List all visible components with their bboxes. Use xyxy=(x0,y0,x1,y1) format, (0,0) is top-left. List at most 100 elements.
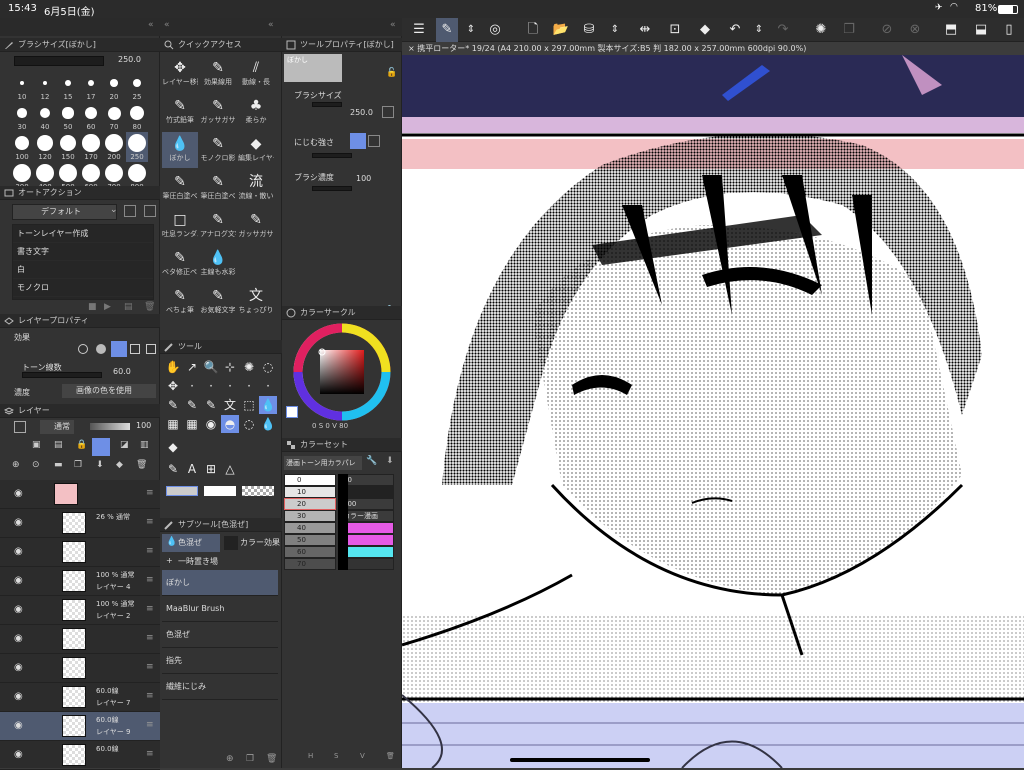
eye-icon[interactable]: ◉ xyxy=(14,662,23,673)
quick-access-item[interactable]: ♣ 柔らか xyxy=(238,94,274,130)
tool-button[interactable]: ◌ xyxy=(240,415,258,433)
quick-access-item[interactable]: ✎ お気軽文字 xyxy=(200,284,236,320)
new-folder-icon[interactable]: ▬ xyxy=(54,460,63,470)
tool-button[interactable]: ↗ xyxy=(183,358,201,376)
fill-tool-icon[interactable]: ◆ xyxy=(694,18,716,42)
subtool-item[interactable]: 指先 xyxy=(162,648,278,674)
quick-access-item[interactable]: ✎ ベタ修正ペン xyxy=(162,246,198,282)
effect-tone-active-icon[interactable] xyxy=(111,341,127,357)
quick-access-item[interactable]: ✎ べちょ筆 xyxy=(162,284,198,320)
layer-menu-icon[interactable]: ≡ xyxy=(146,633,154,643)
color-swatch[interactable]: 10 xyxy=(284,486,336,498)
collapse-icon[interactable]: « xyxy=(148,20,154,30)
quick-access-item[interactable]: ✎ ガッサガサ xyxy=(200,94,236,130)
eye-icon[interactable]: ◉ xyxy=(14,749,23,760)
effect-border-icon[interactable] xyxy=(78,344,88,354)
lock-transparent-icon[interactable] xyxy=(92,438,110,456)
quick-access-item[interactable]: ✎ 筆圧白塗べ xyxy=(200,170,236,206)
quick-access-item[interactable]: ✎ 竹式鉛筆 xyxy=(162,94,198,130)
brush-density-slider[interactable] xyxy=(312,186,352,191)
fill-icon[interactable]: ◆ xyxy=(116,460,123,470)
layer-row[interactable]: ◉ ≡ xyxy=(0,480,160,509)
main-color-swatch[interactable] xyxy=(286,406,298,418)
tone-frequency-slider[interactable] xyxy=(22,372,102,378)
layer-row[interactable]: ◉ 100 % 通常 レイヤー 2 ≡ xyxy=(0,596,160,625)
color-set-s-icon[interactable]: S xyxy=(334,752,338,760)
collapse-icon-3[interactable]: « xyxy=(390,20,396,30)
clip-icon[interactable]: ▣ xyxy=(32,440,41,450)
tool-button[interactable]: ✎ xyxy=(202,396,220,414)
layer-row[interactable]: ◉ 60.0線 レイヤー 7 ≡ xyxy=(0,683,160,712)
layer-row[interactable]: ◉ 100 % 通常 レイヤー 4 ≡ xyxy=(0,567,160,596)
collapse-icon-2[interactable]: « xyxy=(268,20,274,30)
delete-subtool-icon[interactable]: 🗑 xyxy=(266,754,277,764)
brush-size-option[interactable]: 100 xyxy=(11,132,33,162)
color-swatch[interactable]: 50 xyxy=(284,534,336,546)
loading-icon[interactable]: ✺ xyxy=(810,18,832,42)
delete-layer-icon[interactable]: 🗑 xyxy=(136,460,147,470)
auto-action-item[interactable]: モノクロ xyxy=(13,279,153,297)
brush-size-prop-value[interactable]: 250.0 xyxy=(350,108,373,117)
tool-button[interactable]: 💧 xyxy=(259,396,277,414)
quick-access-item[interactable]: ⫽ 動線・長 xyxy=(238,56,274,92)
auto-action-item[interactable]: トーンレイヤー作成 xyxy=(13,225,153,243)
brush-size-option[interactable]: 150 xyxy=(57,132,79,162)
brush-density-value[interactable]: 100 xyxy=(356,174,371,183)
spiral-icon[interactable]: ◎ xyxy=(484,18,506,42)
eye-icon[interactable]: ◉ xyxy=(14,633,23,644)
subtool-item[interactable]: ぼかし xyxy=(162,570,278,596)
color-swatch[interactable]: 60 xyxy=(284,546,336,558)
tool-button[interactable]: ⬚ xyxy=(240,396,258,414)
pressure-icon[interactable] xyxy=(382,106,394,118)
expand-icon[interactable]: « xyxy=(164,20,170,30)
new-page-icon[interactable]: 🗋 xyxy=(522,18,544,42)
chevron-down-icon[interactable]: ⌄ xyxy=(110,205,118,215)
blend-mode-select[interactable]: 通常 xyxy=(40,420,74,434)
eye-icon[interactable]: ◉ xyxy=(14,488,23,499)
quick-access-item[interactable] xyxy=(238,246,274,282)
brush-size-option[interactable]: 25 xyxy=(126,72,148,102)
quick-access-item[interactable]: 💧 主線も水彩 xyxy=(200,246,236,282)
layer-menu-icon[interactable]: ≡ xyxy=(146,517,154,527)
layer-menu-icon[interactable]: ≡ xyxy=(146,546,154,556)
ruler-icon[interactable]: ▥ xyxy=(140,440,149,450)
eye-icon[interactable]: ◉ xyxy=(14,691,23,702)
brush-size-option[interactable]: 170 xyxy=(80,132,102,162)
effect-tone-icon[interactable] xyxy=(96,344,106,354)
layer-menu-icon[interactable]: ≡ xyxy=(146,604,154,614)
tool-button[interactable]: ✋ xyxy=(164,358,182,376)
auto-action-preset-select[interactable]: デフォルト xyxy=(12,204,117,220)
tool-button[interactable]: · xyxy=(183,377,201,395)
color-swatch[interactable]: 70 xyxy=(284,558,336,570)
play-icon[interactable]: ▶ xyxy=(104,302,111,312)
transparent-color-bar[interactable] xyxy=(242,486,274,496)
layer-menu-icon[interactable]: ≡ xyxy=(146,720,154,730)
layer-color-icon[interactable] xyxy=(14,421,26,433)
brush-size-option[interactable]: 70 xyxy=(103,102,125,132)
transform-icon[interactable]: ⊡ xyxy=(664,18,686,42)
clear-outside-icon[interactable]: ⊗ xyxy=(904,18,926,42)
canvas-area[interactable] xyxy=(402,55,1024,768)
density-mode-select[interactable]: 画像の色を使用 xyxy=(62,384,156,398)
layer-row[interactable]: ◉ ≡ xyxy=(0,625,160,654)
save-icon[interactable]: ⛁ xyxy=(578,18,600,42)
quick-access-item[interactable]: □ 吐息ランダム xyxy=(162,208,198,244)
phone-icon[interactable]: ▯ xyxy=(998,18,1020,42)
copy-icon[interactable]: ❐ xyxy=(838,18,860,42)
merge-icon[interactable]: ⬇ xyxy=(96,460,104,470)
brush-tool-icon[interactable]: ✎ xyxy=(436,18,458,42)
tool-button-bottom[interactable]: ✎ xyxy=(164,460,182,478)
menu-icon[interactable]: ☰ xyxy=(408,18,430,42)
blur-mode-icon-1[interactable] xyxy=(350,133,366,149)
brush-size-value[interactable]: 250.0 xyxy=(118,55,141,64)
layer-menu-icon[interactable]: ≡ xyxy=(146,575,154,585)
layer-row[interactable]: ◉ 60.0線 レイヤー 9 ≡ xyxy=(0,712,160,741)
stop-icon[interactable]: ■ xyxy=(88,302,97,312)
tool-button[interactable]: ✎ xyxy=(183,396,201,414)
tool-button[interactable]: ✥ xyxy=(164,377,182,395)
updown-icon[interactable]: ⇕ xyxy=(460,18,482,42)
new-raster-icon[interactable]: ⊕ xyxy=(12,460,20,470)
brush-size-option[interactable]: 30 xyxy=(11,102,33,132)
tool-button-bottom[interactable]: △ xyxy=(221,460,239,478)
tool-button[interactable]: ◉ xyxy=(202,415,220,433)
